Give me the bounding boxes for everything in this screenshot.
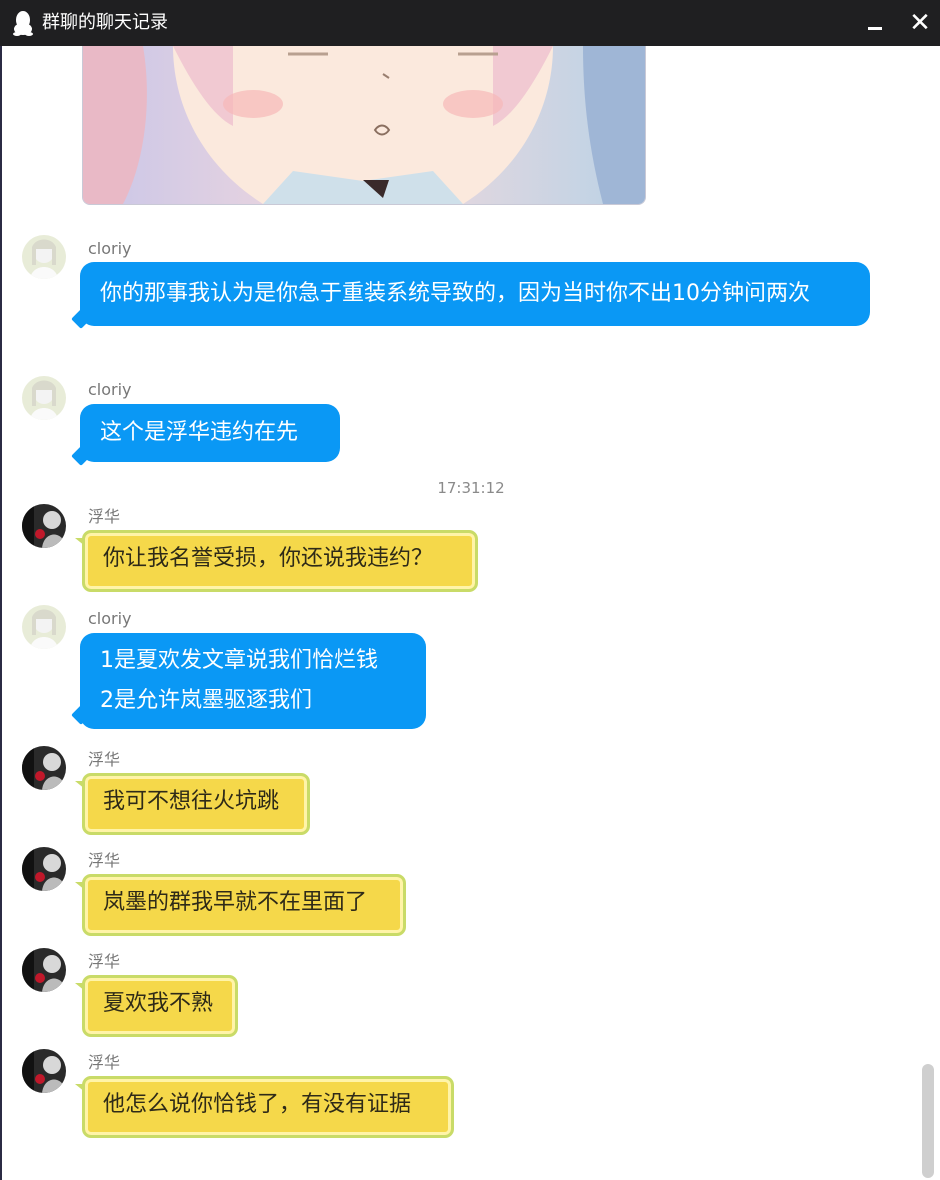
image-message[interactable] bbox=[82, 46, 646, 205]
chat-history[interactable]: cloriy 你的那事我认为是你急于重装系统导致的，因为当时你不出10分钟问两次… bbox=[2, 46, 940, 1180]
message-bubble[interactable]: 你让我名誉受损，你还说我违约？ bbox=[75, 530, 478, 592]
avatar[interactable] bbox=[22, 847, 66, 891]
message-bubble[interactable]: 你的那事我认为是你急于重装系统导致的，因为当时你不出10分钟问两次 bbox=[80, 262, 870, 326]
scrollbar-thumb[interactable] bbox=[922, 1064, 934, 1178]
avatar[interactable] bbox=[22, 1049, 66, 1093]
message-bubble[interactable]: 岚墨的群我早就不在里面了 bbox=[75, 874, 406, 936]
message-bubble[interactable]: 夏欢我不熟 bbox=[75, 975, 238, 1037]
message-bubble[interactable]: 这个是浮华违约在先 bbox=[80, 404, 340, 462]
message-line: 1是夏欢发文章说我们恰烂钱 bbox=[100, 648, 378, 673]
avatar[interactable] bbox=[22, 605, 66, 649]
anime-illustration-image bbox=[83, 46, 645, 204]
sender-name: 浮华 bbox=[88, 750, 121, 769]
close-icon: ✕ bbox=[909, 8, 931, 38]
minimize-button[interactable] bbox=[854, 0, 898, 46]
sender-name: 浮华 bbox=[88, 952, 121, 971]
sender-name: 浮华 bbox=[88, 851, 121, 870]
sender-name: cloriy bbox=[88, 609, 132, 628]
sender-name: cloriy bbox=[88, 380, 132, 399]
avatar[interactable] bbox=[22, 376, 66, 420]
avatar[interactable] bbox=[22, 948, 66, 992]
sender-name: 浮华 bbox=[88, 1053, 121, 1072]
message-bubble[interactable]: 我可不想往火坑跳 bbox=[75, 773, 310, 835]
message-bubble[interactable]: 他怎么说你恰钱了，有没有证据 bbox=[75, 1076, 454, 1138]
avatar[interactable] bbox=[22, 504, 66, 548]
avatar[interactable] bbox=[22, 746, 66, 790]
title-bar: 群聊的聊天记录 ✕ bbox=[0, 0, 940, 46]
qq-penguin-icon bbox=[13, 11, 33, 36]
message-bubble[interactable]: 1是夏欢发文章说我们恰烂钱 2是允许岚墨驱逐我们 bbox=[80, 633, 426, 729]
sender-name: 浮华 bbox=[88, 507, 121, 526]
avatar[interactable] bbox=[22, 235, 66, 279]
message-line: 2是允许岚墨驱逐我们 bbox=[100, 688, 312, 713]
sender-name: cloriy bbox=[88, 239, 132, 258]
close-button[interactable]: ✕ bbox=[898, 0, 940, 46]
minimize-icon bbox=[868, 27, 882, 30]
window-title: 群聊的聊天记录 bbox=[42, 12, 168, 33]
message-timestamp: 17:31:12 bbox=[437, 479, 505, 497]
